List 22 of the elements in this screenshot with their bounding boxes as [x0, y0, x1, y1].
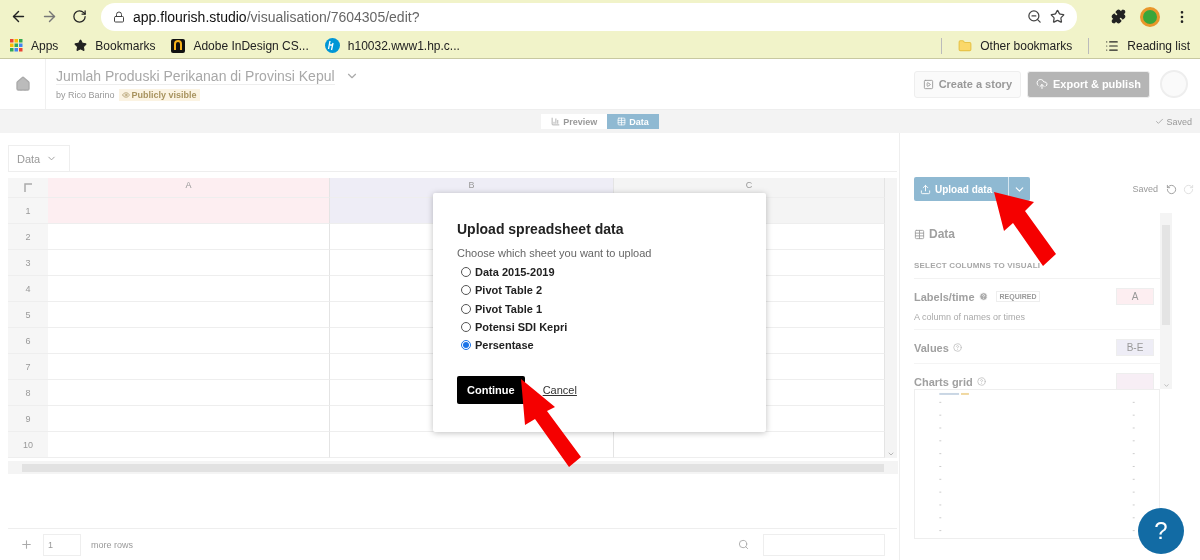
binding-label: Charts grid [914, 375, 973, 388]
row-number: 8 [8, 380, 48, 406]
section-title: Data [929, 227, 955, 241]
row-number: 5 [8, 302, 48, 328]
row-number: 6 [8, 328, 48, 354]
dialog-subtitle: Choose which sheet you want to upload [457, 247, 653, 259]
row-number: 4 [8, 276, 48, 302]
saved-status: Saved [1166, 116, 1192, 127]
author-text: by Rico Barino [56, 89, 115, 100]
row-number: 7 [8, 354, 48, 380]
binding-hint: A column of names or times [914, 312, 1027, 322]
row-number: 1 [8, 198, 48, 224]
more-rows-label: more rows [91, 539, 133, 550]
row-number: 2 [8, 224, 48, 250]
dialog-title: Upload spreadsheet data [457, 221, 625, 237]
visibility-badge: Publicly visible [118, 88, 200, 101]
saved-status: Saved [1132, 184, 1158, 194]
binding-label: Labels/time [914, 290, 975, 303]
row-number: 10 [8, 432, 48, 458]
row-number: 3 [8, 250, 48, 276]
row-number: 9 [8, 406, 48, 432]
binding-label: Values [914, 341, 949, 354]
